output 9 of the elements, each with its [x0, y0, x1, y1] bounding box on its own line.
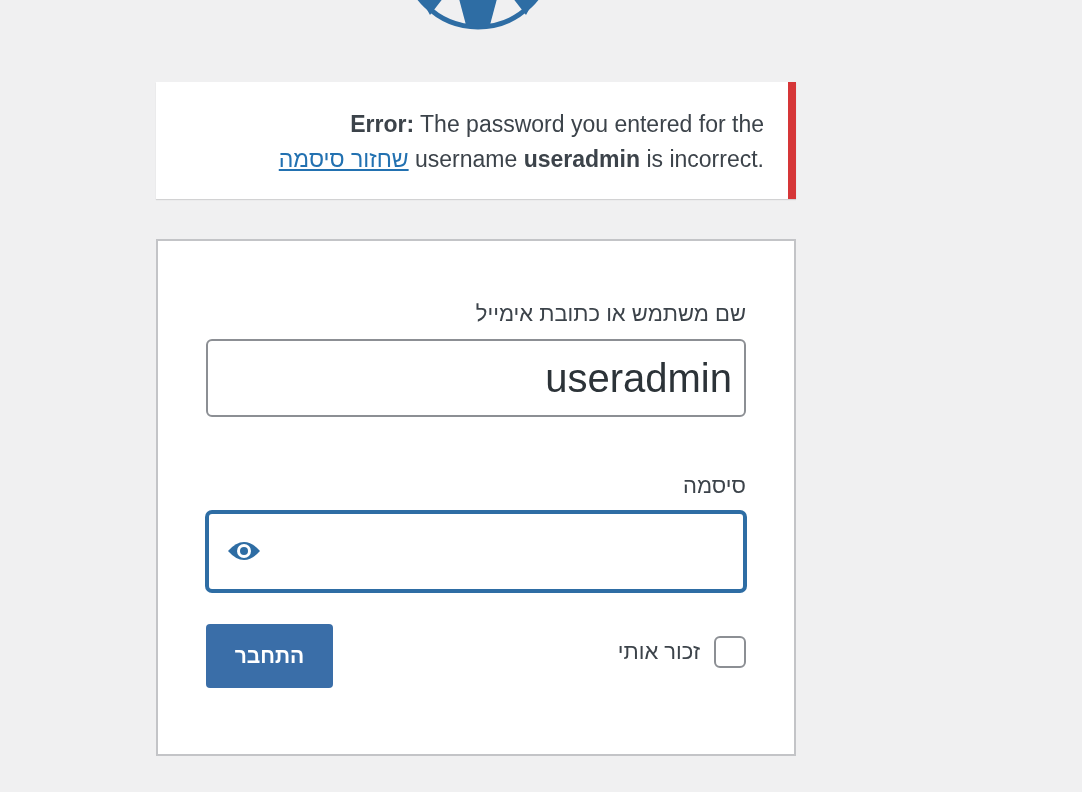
- password-reset-link[interactable]: שחזור סיסמה: [278, 146, 409, 172]
- field-label: סיסמה: [682, 472, 746, 500]
- username-field[interactable]: useradmin: [206, 339, 746, 417]
- remember-label: זכור אותי: [617, 639, 700, 665]
- login-button[interactable]: התחבר: [206, 624, 333, 688]
- eye-icon[interactable]: [226, 539, 262, 563]
- field-label: שם משתמש או כתובת אימייל: [474, 300, 746, 328]
- password-field[interactable]: [206, 511, 746, 592]
- remember-checkbox[interactable]: [714, 636, 746, 668]
